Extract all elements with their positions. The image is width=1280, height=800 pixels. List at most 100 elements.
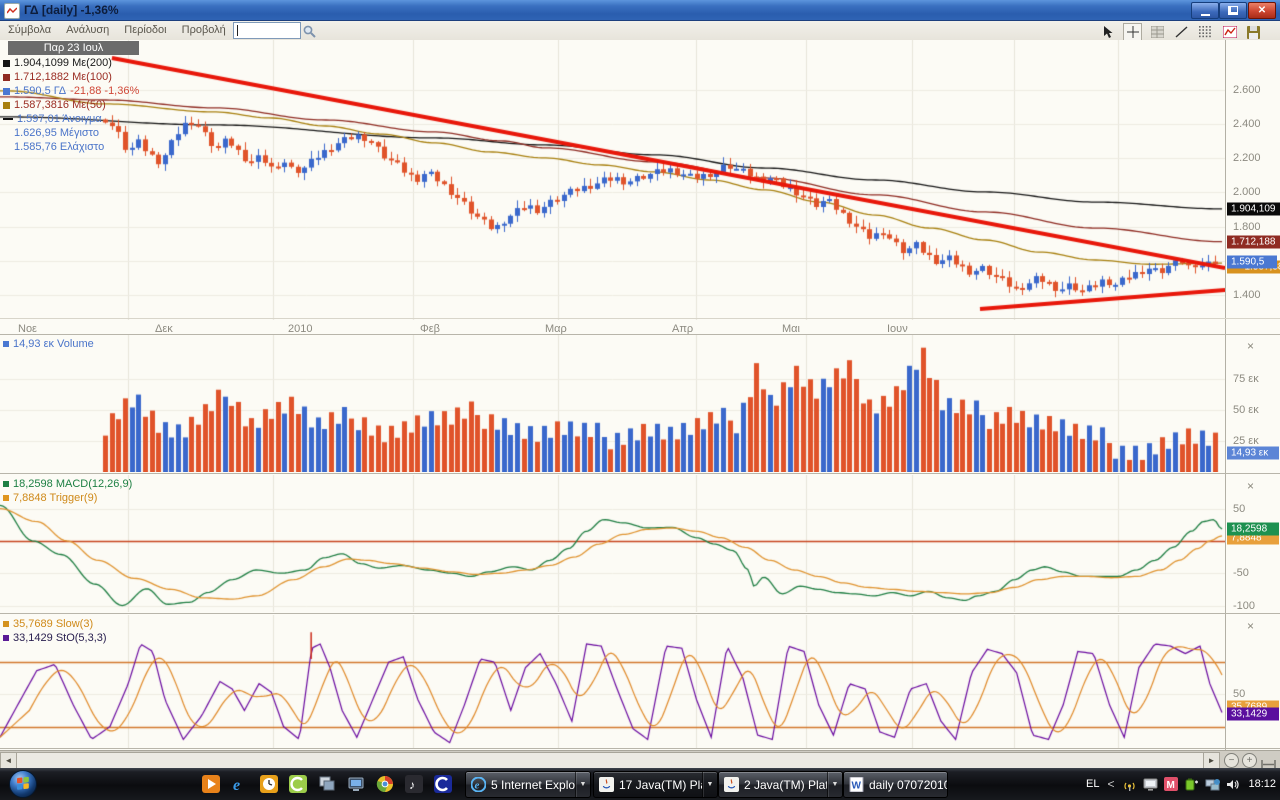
taskbar-button-4[interactable]: Wdaily 07072010 - ...: [843, 771, 948, 798]
tray-chevron[interactable]: <: [1107, 777, 1114, 791]
menu-item-σύμβολα[interactable]: Σύμβολα: [8, 24, 51, 36]
menu-bar: Σύμβολα Ανάλυση Περίοδοι Προβολή: [0, 21, 1280, 41]
media-player-icon[interactable]: [202, 775, 220, 793]
axis-tick: 25 εκ: [1233, 435, 1259, 447]
display-app-icon[interactable]: [347, 775, 365, 793]
language-indicator[interactable]: EL: [1086, 778, 1099, 790]
pane-header: 18,2598 MACD(12,26,9): [3, 478, 132, 490]
minimize-button[interactable]: [1191, 2, 1219, 19]
menu-item-περίοδοι[interactable]: Περίοδοι: [124, 24, 166, 36]
system-tray: EL < M 18:12: [1086, 768, 1276, 800]
close-pane-button[interactable]: ×: [1247, 341, 1254, 351]
java-icon: [724, 777, 739, 792]
grid-icon[interactable]: [1149, 24, 1166, 40]
scrollbar-thumb[interactable]: [16, 752, 1204, 769]
dots-grid-icon[interactable]: [1197, 24, 1214, 40]
svg-text:e: e: [475, 780, 480, 792]
svg-text:M: M: [1167, 780, 1175, 791]
signal-icon[interactable]: [1122, 778, 1137, 791]
ie-quick-icon[interactable]: e: [231, 775, 249, 793]
stochastic-chart-canvas[interactable]: [0, 615, 1225, 748]
flip3d-icon[interactable]: [318, 775, 336, 793]
menu-item-προβολή[interactable]: Προβολή: [182, 24, 226, 36]
volume-chart-canvas[interactable]: [0, 335, 1225, 472]
svg-text:W: W: [852, 781, 862, 792]
axis-tick: -100: [1233, 600, 1255, 612]
symbol-search-input[interactable]: [233, 22, 301, 39]
axis-tick: 2.600: [1233, 84, 1261, 96]
legend-row: 1.712,1882 Με(100): [3, 71, 112, 83]
separator: [0, 318, 1280, 319]
speaker-icon[interactable]: [1226, 778, 1240, 791]
close-pane-button[interactable]: ×: [1247, 481, 1254, 491]
taskbar-button-label: 5 Internet Explorer: [486, 778, 575, 792]
taskbar-button-dropdown[interactable]: ▼: [702, 772, 717, 797]
save-icon[interactable]: [1245, 24, 1262, 40]
pane-header: 33,1429 StO(5,3,3): [3, 632, 107, 644]
window-title: ΓΔ [daily] -1,36%: [24, 3, 119, 17]
restore-button[interactable]: [1219, 2, 1247, 19]
title-bar[interactable]: ΓΔ [daily] -1,36% ✕: [0, 0, 1280, 21]
chart-icon[interactable]: [1221, 24, 1238, 40]
pane-separator[interactable]: [0, 613, 1280, 614]
chart-area: ΝοεΔεκ2010ΦεβΜαρΑπρΜαιΙουν 2.6002.4002.2…: [0, 40, 1280, 750]
toolbar-icons: [1099, 23, 1262, 41]
legend-row: 1.904,1099 Με(200): [3, 57, 112, 69]
taskbar-button-dropdown[interactable]: ▼: [827, 772, 842, 797]
cursor-icon[interactable]: [1099, 24, 1116, 40]
legend-swatch: [3, 88, 10, 95]
zoom-out-button[interactable]: −: [1224, 753, 1239, 768]
macd-chart-canvas[interactable]: [0, 475, 1225, 612]
zoom-in-button[interactable]: +: [1242, 753, 1257, 768]
green-app-icon[interactable]: [289, 775, 307, 793]
legend-overlay: Παρ 23 Ιουλ 1.904,1099 Με(200)1.712,1882…: [0, 40, 230, 200]
pane-separator[interactable]: [0, 473, 1280, 474]
pane-separator: [0, 748, 1280, 749]
taskbar-button-dropdown[interactable]: ▼: [575, 772, 590, 797]
menu-items: Σύμβολα Ανάλυση Περίοδοι Προβολή: [8, 24, 226, 36]
m-app-icon[interactable]: M: [1164, 777, 1178, 791]
menu-item-ανάλυση[interactable]: Ανάλυση: [66, 24, 109, 36]
trendline-icon[interactable]: [1173, 24, 1190, 40]
taskbar-button-label: 2 Java(TM) Platf...: [739, 778, 827, 792]
legend-swatch: [3, 74, 10, 81]
close-button[interactable]: ✕: [1248, 2, 1276, 19]
taskbar-button-2[interactable]: 17 Java(TM) Pla...▼: [593, 771, 718, 798]
close-pane-button[interactable]: ×: [1247, 621, 1254, 631]
legend-row: 1.626,95 Μέγιστο: [3, 127, 99, 139]
taskbar-button-1[interactable]: e 5 Internet Explorer▼: [465, 771, 591, 798]
scroll-left-button[interactable]: ◄: [0, 752, 17, 769]
axis-tick: 50: [1233, 688, 1245, 700]
price-tag: 33,1429: [1227, 707, 1279, 720]
scroll-right-button[interactable]: ►: [1203, 752, 1220, 769]
app-icon: [4, 3, 20, 19]
legend-swatch: [3, 102, 10, 109]
java-icon: [599, 777, 614, 792]
start-button[interactable]: [8, 769, 38, 800]
battery-icon[interactable]: [1184, 778, 1199, 791]
price-tag: 1.590,5: [1227, 256, 1277, 269]
axis-tick: -50: [1233, 567, 1249, 579]
pane-header: 35,7689 Slow(3): [3, 618, 93, 630]
pane-header: 7,8848 Trigger(9): [3, 492, 97, 504]
horizontal-scrollbar[interactable]: ◄ ► − +: [0, 750, 1280, 769]
legend-row: 1.590,5 ΓΔ -21,88 -1,36%: [3, 85, 139, 97]
clock-icon[interactable]: [260, 775, 278, 793]
legend-row: 1.587,3816 Με(50): [3, 99, 106, 111]
price-tag: 14,93 εκ: [1227, 447, 1279, 460]
axis-tick: 2.200: [1233, 152, 1261, 164]
axis-tick: 2.400: [1233, 118, 1261, 130]
network-icon[interactable]: [1205, 778, 1220, 791]
price-axis-column: 2.6002.4002.2002.0001.8001.4001.904,1091…: [1225, 40, 1280, 750]
blue-c-icon[interactable]: [434, 775, 452, 793]
taskbar-button-label: daily 07072010 - ...: [864, 778, 947, 792]
music-note-icon[interactable]: ♪: [405, 775, 423, 793]
display-tray-icon[interactable]: [1143, 778, 1158, 791]
legend-row: 1.597,01 Άνοιγμα: [3, 113, 102, 125]
chrome-icon[interactable]: [376, 775, 394, 793]
crosshair-icon[interactable]: [1123, 23, 1142, 41]
clock[interactable]: 18:12: [1248, 778, 1276, 790]
taskbar: e♪ e5 Internet Explorer▼17 Java(TM) Pla.…: [0, 768, 1280, 800]
taskbar-button-3[interactable]: 2 Java(TM) Platf...▼: [718, 771, 843, 798]
axis-tick: 75 εκ: [1233, 373, 1259, 385]
